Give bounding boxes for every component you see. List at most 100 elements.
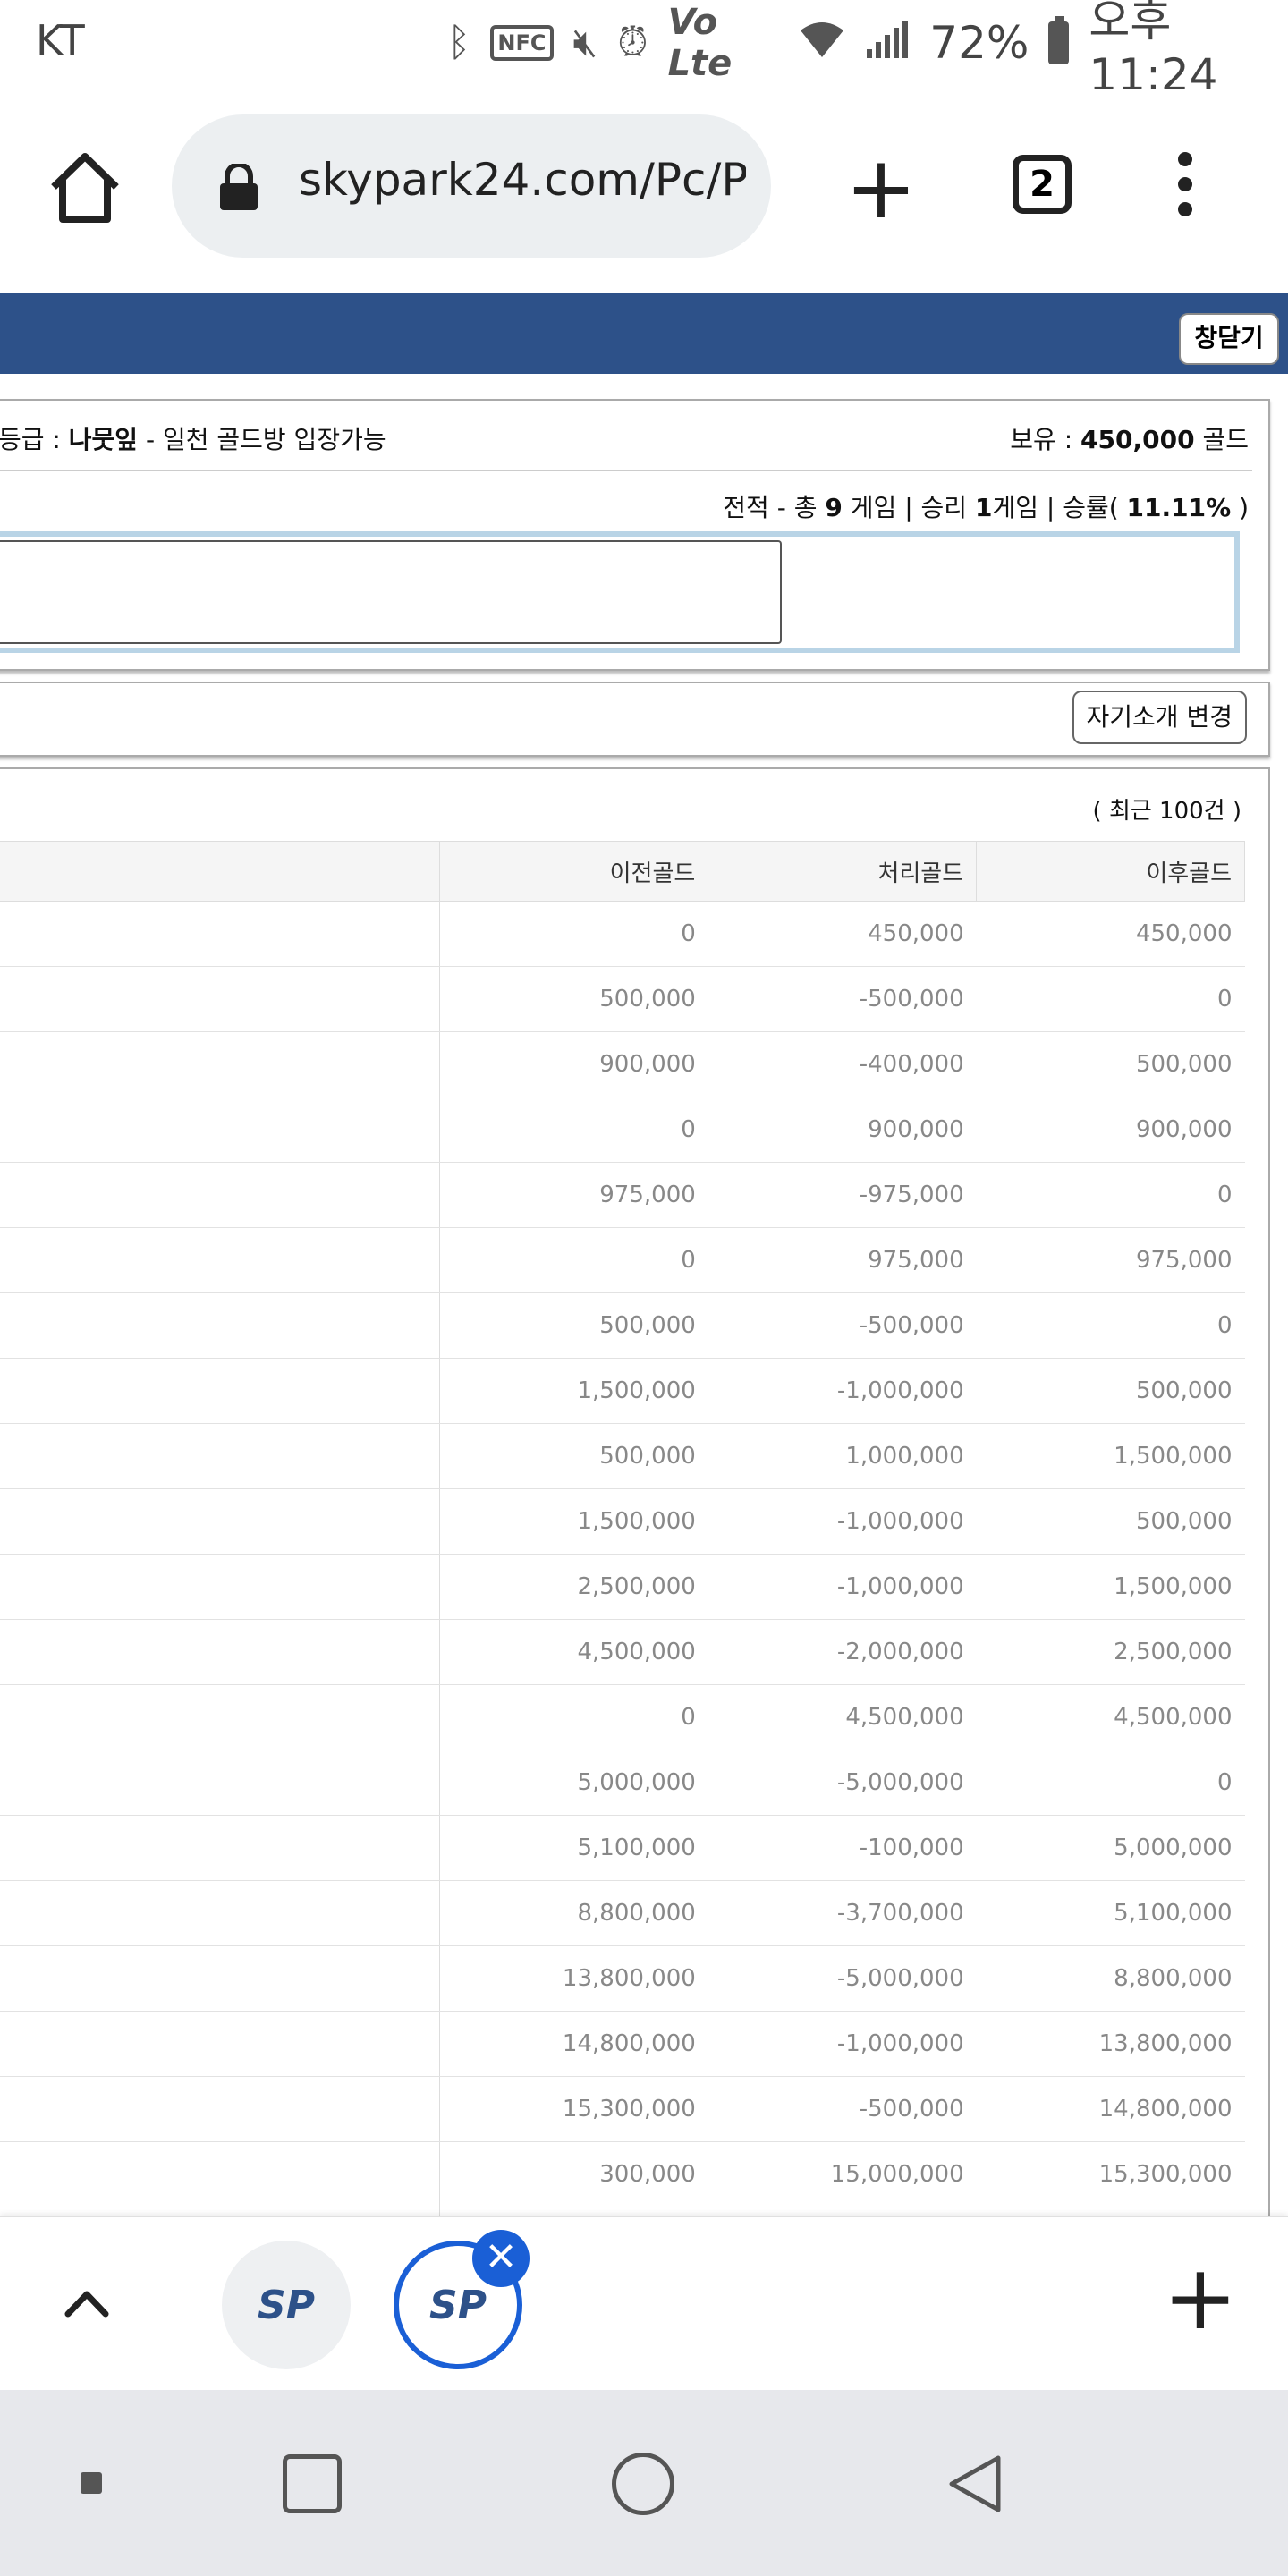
after-gold-cell: 500,000	[976, 1358, 1245, 1424]
home-circle-icon[interactable]	[612, 2453, 674, 2515]
sp-logo-icon: SP	[429, 2282, 487, 2328]
after-gold-cell: 5,000,000	[976, 1815, 1245, 1881]
row-desc-cell	[0, 966, 441, 1032]
table-row: 500,000 1,000,000 1,500,000	[0, 1423, 1245, 1489]
row-desc-cell	[0, 2141, 441, 2207]
after-gold-cell: 300,000	[976, 2207, 1245, 2216]
after-gold-cell: 900,000	[976, 1097, 1245, 1163]
intro-input[interactable]	[0, 540, 782, 644]
gold-prefix: 보유 :	[1010, 425, 1081, 454]
intro-action-bar: 자기소개 변경	[0, 682, 1270, 757]
after-gold-cell: 0	[976, 1750, 1245, 1816]
gold-line: 보유 : 450,000 골드	[1010, 420, 1249, 456]
before-gold-cell: 500,000	[439, 1292, 708, 1359]
table-row: 8,800,000 -3,700,000 5,100,000	[0, 1880, 1245, 1946]
column-header-before: 이전골드	[439, 841, 709, 902]
overflow-menu-icon[interactable]	[1167, 152, 1203, 224]
change-gold-cell: -975,000	[708, 1162, 977, 1228]
home-icon[interactable]	[45, 148, 125, 228]
change-gold-cell: 300,000	[708, 2207, 977, 2216]
table-row: 0 900,000 900,000	[0, 1097, 1245, 1163]
row-desc-cell	[0, 1880, 441, 1946]
change-intro-button[interactable]: 자기소개 변경	[1072, 691, 1247, 744]
back-icon[interactable]	[945, 2453, 1007, 2515]
after-gold-cell: 2,500,000	[976, 1619, 1245, 1685]
table-row: 13,800,000 -5,000,000 8,800,000	[0, 1945, 1245, 2012]
table-row: 5,100,000 -100,000 5,000,000	[0, 1815, 1245, 1881]
row-desc-cell	[0, 1554, 441, 1620]
change-gold-cell: -1,000,000	[708, 2011, 977, 2077]
after-gold-cell: 13,800,000	[976, 2011, 1245, 2077]
row-desc-cell	[0, 1815, 441, 1881]
url-text: skypark24.com/Pc/Pc	[299, 154, 746, 206]
table-body: 0 450,000 450,000 500,000 -500,000 0 900,000 -4…	[0, 901, 1245, 2216]
nav-dot-icon	[80, 2472, 102, 2494]
record-line: 전적 - 총 9 게임 | 승리 1게임 | 승률( 11.11% )	[723, 488, 1249, 524]
row-desc-cell	[0, 2076, 441, 2142]
bluetooth-icon: ᛒ	[447, 20, 471, 65]
after-gold-cell: 5,100,000	[976, 1880, 1245, 1946]
row-desc-cell	[0, 1750, 441, 1816]
change-gold-cell: -5,000,000	[708, 1945, 977, 2012]
change-gold-cell: -1,000,000	[708, 1358, 977, 1424]
volte-icon: Vo Lte	[667, 2, 733, 84]
table-row: 1,500,000 -1,000,000 500,000	[0, 1488, 1245, 1555]
add-tab-button[interactable]: +	[1163, 2253, 1238, 2343]
record-mid2: 게임 | 승률(	[992, 493, 1127, 522]
close-window-button[interactable]: 창닫기	[1179, 313, 1279, 365]
grade-prefix: 등급 :	[0, 425, 69, 454]
after-gold-cell: 0	[976, 966, 1245, 1032]
nfc-icon: NFC	[490, 25, 554, 61]
table-row: 15,300,000 -500,000 14,800,000	[0, 2076, 1245, 2142]
tab-switcher-button[interactable]: 2	[1013, 155, 1072, 214]
clock: 오후 11:24	[1089, 0, 1218, 101]
after-gold-cell: 450,000	[976, 901, 1245, 967]
before-gold-cell: 975,000	[439, 1162, 708, 1228]
before-gold-cell: 500,000	[439, 1423, 708, 1489]
after-gold-cell: 0	[976, 1162, 1245, 1228]
table-row: 500,000 -500,000 0	[0, 1292, 1245, 1359]
address-bar[interactable]: skypark24.com/Pc/Pc	[172, 114, 771, 258]
before-gold-cell: 500,000	[439, 966, 708, 1032]
before-gold-cell: 5,000,000	[439, 1750, 708, 1816]
battery-icon	[1048, 16, 1070, 64]
after-gold-cell: 4,500,000	[976, 1684, 1245, 1750]
change-gold-cell: 975,000	[708, 1227, 977, 1293]
new-tab-button[interactable]: +	[841, 145, 921, 231]
close-tab-icon[interactable]: ✕	[472, 2230, 530, 2287]
record-wins: 1	[974, 493, 993, 522]
change-gold-cell: -500,000	[708, 966, 977, 1032]
alarm-icon: ⏰︎	[617, 20, 648, 65]
before-gold-cell: 0	[439, 1097, 708, 1163]
column-header-after: 이후골드	[976, 841, 1245, 902]
column-header	[0, 841, 441, 902]
table-row: 0 4,500,000 4,500,000	[0, 1684, 1245, 1750]
table-row: 0300,000300,000	[0, 2207, 1245, 2216]
recent-count-label: ( 최근 100건 )	[1092, 798, 1241, 825]
gold-history-panel: ( 최근 100건 ) 이전골드 처리골드 이후골드 0 450,000 450,0…	[0, 767, 1270, 2216]
recents-icon[interactable]	[283, 2454, 342, 2513]
change-gold-cell: 4,500,000	[708, 1684, 977, 1750]
change-gold-cell: 15,000,000	[708, 2141, 977, 2207]
column-header-change: 처리골드	[708, 841, 978, 902]
row-desc-cell	[0, 2011, 441, 2077]
table-row: 5,000,000 -5,000,000 0	[0, 1750, 1245, 1816]
carrier-name: KT	[36, 16, 85, 64]
after-gold-cell: 1,500,000	[976, 1423, 1245, 1489]
tab-thumbnail[interactable]: SP	[222, 2241, 351, 2369]
system-nav-bar	[0, 2390, 1288, 2576]
before-gold-cell: 15,300,000	[439, 2076, 708, 2142]
record-rate: 11.11%	[1126, 493, 1232, 522]
table-header-row: 이전골드 처리골드 이후골드	[0, 841, 1245, 902]
table-row: 0 450,000 450,000	[0, 901, 1245, 967]
before-gold-cell: 1,500,000	[439, 1358, 708, 1424]
row-desc-cell	[0, 2207, 441, 2216]
row-desc-cell	[0, 1619, 441, 1685]
chevron-up-icon[interactable]	[55, 2273, 118, 2335]
before-gold-cell: 4,500,000	[439, 1619, 708, 1685]
record-prefix: 전적 - 총	[723, 493, 826, 522]
change-gold-cell: -400,000	[708, 1031, 977, 1097]
change-gold-cell: -500,000	[708, 1292, 977, 1359]
before-gold-cell: 0	[439, 901, 708, 967]
row-desc-cell	[0, 1292, 441, 1359]
